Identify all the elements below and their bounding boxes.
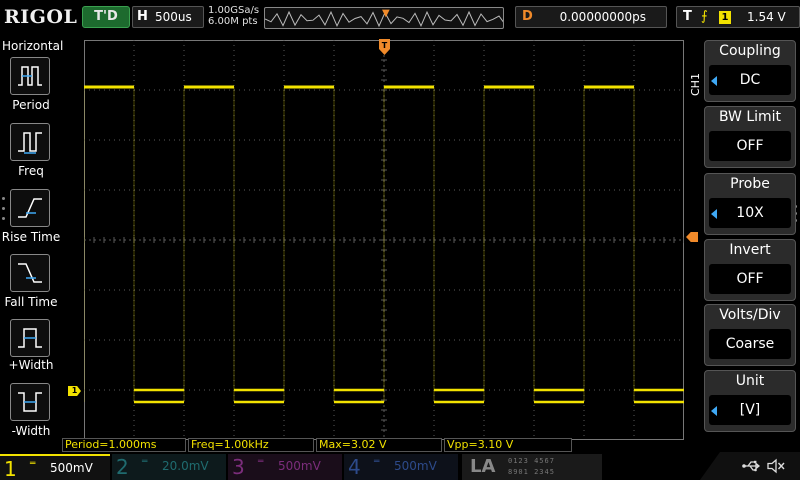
fall-time-label: Fall Time [4, 295, 58, 309]
memory-depth: 6.00M pts [208, 16, 258, 27]
max-measurement[interactable]: Max=3.02 V [316, 438, 442, 452]
channel-tag: CH1 [689, 73, 702, 96]
ch4-status[interactable]: 4 ═ 500mV [344, 454, 458, 480]
sample-rate: 1.00GSa/s [208, 5, 260, 16]
run-state-badge[interactable]: T'D [82, 6, 130, 28]
period-icon [18, 66, 42, 86]
trigger-level-marker-icon[interactable] [686, 232, 698, 242]
probe-button[interactable]: Probe 10X [704, 173, 796, 235]
unit-button[interactable]: Unit [V] [704, 370, 796, 432]
bw-limit-value: OFF [709, 131, 791, 161]
horizontal-label: H [137, 9, 148, 24]
usb-icon [742, 460, 761, 472]
freq-measurement[interactable]: Freq=1.00kHz [188, 438, 314, 452]
freq-button[interactable] [10, 123, 50, 161]
ch2-status[interactable]: 2 ═ 20.0mV [112, 454, 226, 480]
rigol-logo: RIGOL [4, 6, 78, 28]
trigger-box[interactable]: T ⨍ 1 1.54 V [676, 6, 800, 28]
la-digits-row2: 8901 2345 [508, 468, 555, 476]
left-panel-title: Horizontal [2, 39, 64, 53]
delay-box[interactable]: D 0.00000000ps [515, 6, 667, 28]
ch4-scale: 500mV [394, 459, 437, 473]
fall-time-button[interactable] [10, 254, 50, 292]
unit-value: [V] [709, 395, 791, 425]
ch1-scale: 500mV [50, 461, 93, 475]
rise-time-icon [18, 198, 42, 218]
logic-analyzer-status[interactable]: LA 0123 4567 8901 2345 [462, 454, 602, 480]
rise-time-button[interactable] [10, 189, 50, 227]
delay-label: D [522, 9, 533, 24]
rise-time-label: Rise Time [1, 230, 61, 244]
volts-div-button[interactable]: Volts/Div Coarse [704, 304, 796, 366]
coupling-button[interactable]: Coupling DC [704, 40, 796, 102]
volts-div-value: Coarse [709, 329, 791, 359]
probe-title: Probe [730, 176, 770, 192]
memory-overview-bar[interactable]: ▼ [264, 7, 504, 29]
trigger-level: 1.54 V [747, 10, 786, 24]
trigger-label: T [683, 9, 692, 24]
invert-button[interactable]: Invert OFF [704, 239, 796, 301]
la-label: LA [470, 456, 496, 477]
ch4-coupling-icon: ═ [374, 457, 380, 467]
ch3-number: 3 [232, 455, 245, 479]
bw-limit-title: BW Limit [718, 109, 782, 125]
invert-title: Invert [729, 242, 771, 258]
ch3-coupling-icon: ═ [258, 457, 264, 467]
trigger-source-badge: 1 [719, 11, 731, 24]
coupling-value: DC [709, 65, 791, 95]
negative-width-button[interactable] [10, 383, 50, 421]
delay-value: 0.00000000ps [559, 10, 646, 24]
la-channel-grid: 0123 4567 8901 2345 [508, 456, 555, 478]
unit-title: Unit [735, 373, 765, 389]
rising-edge-icon: ⨍ [701, 9, 708, 24]
positive-width-button[interactable] [10, 319, 50, 357]
acquisition-info: 1.00GSa/s 6.00M pts [208, 5, 259, 27]
ch1-coupling-icon: ═ [30, 459, 36, 469]
ch1-number: 1 [4, 457, 17, 480]
svg-text:T: T [382, 41, 388, 50]
channel-status-bar: 1 ═ 500mV 2 ═ 20.0mV 3 ═ 500mV 4 ═ 500mV… [0, 452, 800, 480]
coupling-title: Coupling [719, 43, 781, 59]
ch2-coupling-icon: ═ [142, 457, 148, 467]
fall-time-icon [18, 263, 42, 283]
ch3-status[interactable]: 3 ═ 500mV [228, 454, 342, 480]
timebase-box[interactable]: H 500us [132, 6, 204, 28]
negative-width-icon [18, 392, 42, 412]
negative-width-label: -Width [11, 424, 51, 438]
la-digits-row1: 0123 4567 [508, 457, 555, 465]
period-button[interactable] [10, 57, 50, 95]
select-arrow-icon [711, 209, 717, 219]
timebase-value: 500us [155, 10, 192, 24]
volts-div-title: Volts/Div [719, 307, 781, 323]
horizontal-measure-panel: Horizontal Period Freq Rise Time Fall Ti… [0, 37, 64, 450]
measurement-bar: Period=1.000ms Freq=1.00kHz Max=3.02 V V… [62, 438, 686, 452]
freq-label: Freq [18, 164, 44, 178]
trigger-position-icon: T [379, 39, 390, 55]
vpp-measurement[interactable]: Vpp=3.10 V [444, 438, 572, 452]
ch2-number: 2 [116, 455, 129, 479]
invert-value: OFF [709, 264, 791, 294]
graticule [84, 40, 684, 440]
positive-width-icon [18, 328, 42, 348]
trigger-position-marker-icon: ▼ [382, 8, 390, 19]
positive-width-label: +Width [8, 358, 54, 372]
ch1-status[interactable]: 1 ═ 500mV [0, 454, 110, 480]
bw-limit-button[interactable]: BW Limit OFF [704, 106, 796, 168]
select-arrow-icon [711, 76, 717, 86]
period-label: Period [12, 98, 50, 112]
period-measurement[interactable]: Period=1.000ms [62, 438, 186, 452]
top-status-bar: RIGOL T'D H 500us 1.00GSa/s 6.00M pts ▼ … [0, 0, 800, 37]
probe-value: 10X [709, 198, 791, 228]
select-arrow-icon [711, 406, 717, 416]
frequency-icon [18, 132, 42, 154]
scroll-indicator-left [2, 197, 6, 227]
ch4-number: 4 [348, 455, 361, 479]
speaker-muted-icon[interactable] [766, 458, 786, 474]
waveform-display[interactable] [84, 40, 684, 440]
ch3-scale: 500mV [278, 459, 321, 473]
ch1-offset-marker[interactable]: 1 [68, 386, 81, 396]
ch2-scale: 20.0mV [162, 459, 209, 473]
